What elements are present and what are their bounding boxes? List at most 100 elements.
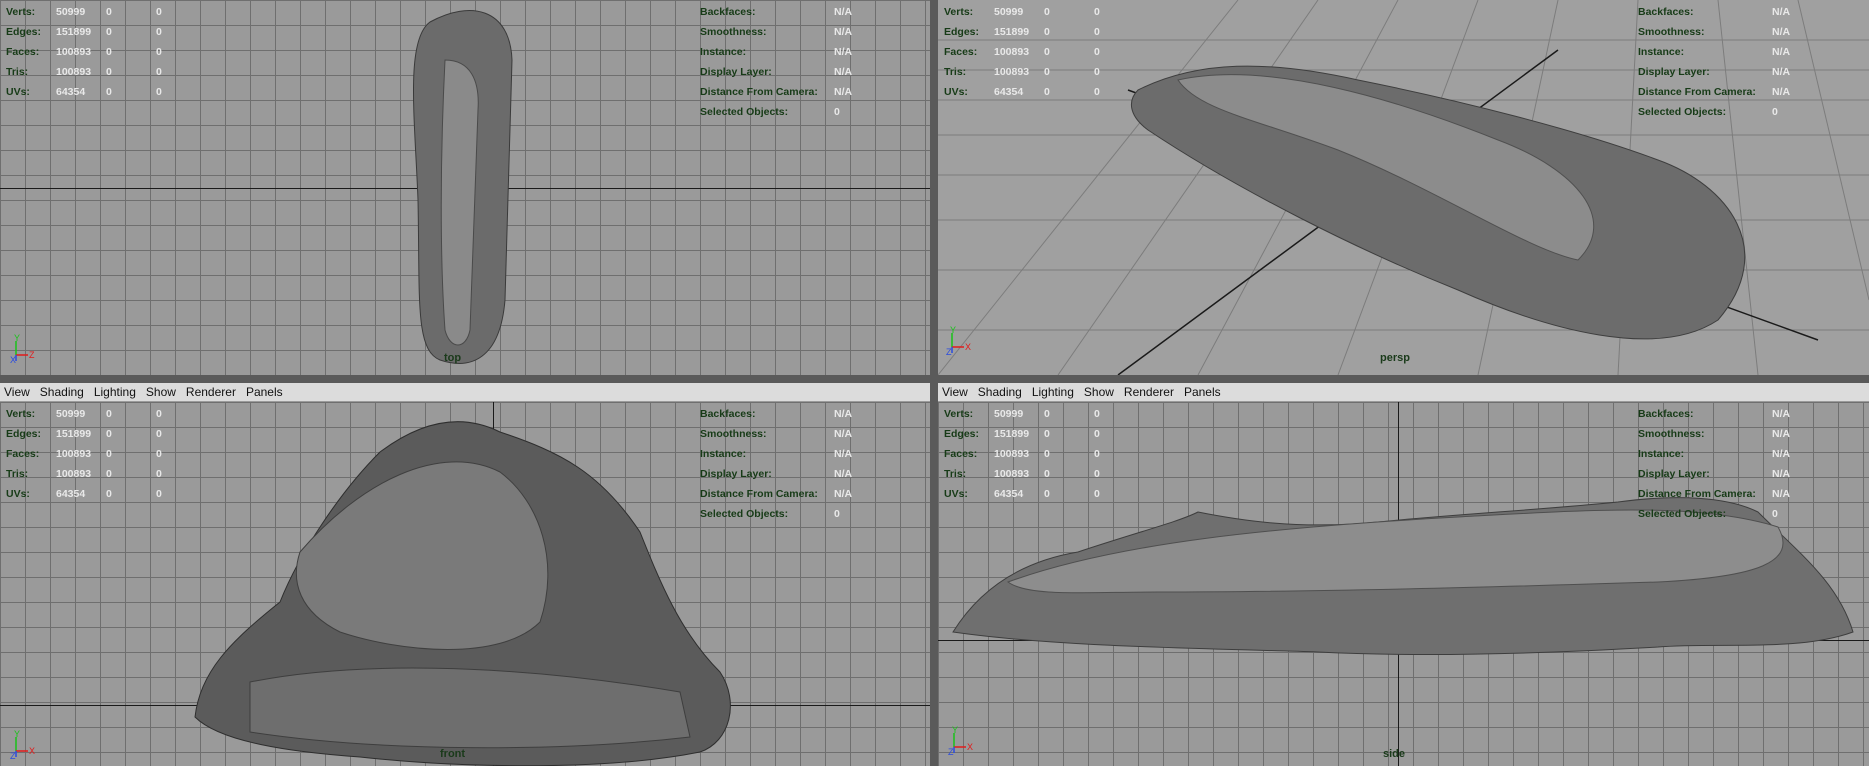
hud-info-row: Backfaces: N/A	[700, 404, 852, 424]
camera-label-top: top	[444, 352, 462, 364]
hud-stat-value: 64354	[56, 86, 86, 98]
hud-info-value: 0	[834, 508, 840, 520]
hud-stat-value: 0	[1094, 428, 1100, 440]
viewport-side[interactable]: Verts: 50999 0 0 Edges: 151899 0 0 Faces: 100893 0…	[938, 402, 1869, 766]
hud-stat-value: 64354	[994, 86, 1024, 98]
hud-stat-value: 0	[1044, 66, 1050, 78]
hud-stat-row: Tris: 100893 0 0	[6, 464, 162, 484]
hud-info-label: Smoothness:	[700, 428, 767, 440]
hud-info-value: N/A	[1772, 66, 1791, 78]
axis-gizmo-top: Y X Z	[10, 333, 40, 365]
hud-stat-value: 0	[106, 86, 112, 98]
hud-info-value: N/A	[834, 408, 853, 420]
hud-stat-row: UVs: 64354 0 0	[6, 82, 162, 102]
hud-stat-value: 100893	[56, 46, 92, 58]
svg-text:X: X	[29, 746, 35, 756]
hud-info-row: Distance From Camera: N/A	[700, 484, 852, 504]
hud-stat-row: Tris: 100893 0 0	[6, 62, 162, 82]
hud-info-row: Display Layer: N/A	[700, 464, 852, 484]
menu-renderer[interactable]: Renderer	[181, 385, 241, 399]
hud-info-row: Backfaces: N/A	[1638, 404, 1790, 424]
hud-stat-value: 64354	[56, 488, 86, 500]
hud-stats-persp: Verts: 50999 0 0 Edges: 151899 0 0 Faces: 100893 0…	[944, 2, 1100, 102]
hud-stat-value: 0	[1094, 46, 1100, 58]
hud-stat-row: Faces: 100893 0 0	[944, 42, 1100, 62]
hud-info-row: Backfaces: N/A	[1638, 2, 1790, 22]
menubar-front: View Shading Lighting Show Renderer Panels	[0, 383, 930, 402]
hud-info-label: Distance From Camera:	[1638, 488, 1756, 500]
hud-info-value: N/A	[834, 488, 853, 500]
hud-info-label: Instance:	[700, 46, 747, 58]
hud-info-row: Instance: N/A	[1638, 42, 1790, 62]
hud-info-label: Display Layer:	[700, 66, 772, 78]
menu-panels[interactable]: Panels	[1179, 385, 1226, 399]
axis-gizmo-persp: Y Z X	[946, 325, 976, 357]
hud-stat-value: 0	[106, 26, 112, 38]
hud-stat-value: 0	[1044, 468, 1050, 480]
hud-stat-value: 0	[106, 468, 112, 480]
hud-info-row: Display Layer: N/A	[1638, 62, 1790, 82]
hud-stat-row: Verts: 50999 0 0	[944, 404, 1100, 424]
hud-stat-value: 0	[1094, 6, 1100, 18]
hud-stat-row: UVs: 64354 0 0	[944, 484, 1100, 504]
hud-stat-row: Tris: 100893 0 0	[944, 464, 1100, 484]
hud-stat-row: Edges: 151899 0 0	[6, 424, 162, 444]
hud-info-label: Backfaces:	[1638, 6, 1694, 18]
hud-info-value: N/A	[1772, 468, 1791, 480]
panel-persp: Verts: 50999 0 0 Edges: 151899 0 0 Faces: 100893 0…	[938, 0, 1869, 375]
axis-gizmo-icon: Y Z X	[948, 725, 973, 757]
menu-lighting[interactable]: Lighting	[89, 385, 141, 399]
hud-stat-row: Faces: 100893 0 0	[944, 444, 1100, 464]
viewport-front[interactable]: Verts: 50999 0 0 Edges: 151899 0 0 Faces: 100893 0…	[0, 402, 930, 766]
hud-info-label: Display Layer:	[1638, 468, 1710, 480]
hud-stat-value: 151899	[994, 26, 1030, 38]
hud-info-label: Selected Objects:	[1638, 106, 1727, 118]
svg-text:X: X	[10, 355, 16, 363]
hud-stat-value: 100893	[994, 66, 1030, 78]
menu-show[interactable]: Show	[1079, 385, 1119, 399]
hud-stat-row: Edges: 151899 0 0	[6, 22, 162, 42]
viewport-persp[interactable]: Verts: 50999 0 0 Edges: 151899 0 0 Faces: 100893 0…	[938, 0, 1869, 375]
hud-stat-value: 0	[1094, 408, 1100, 420]
hud-info-label: Smoothness:	[1638, 26, 1705, 38]
hud-stat-value: 0	[106, 66, 112, 78]
hud-stat-value: 0	[156, 468, 162, 480]
menu-view[interactable]: View	[938, 385, 973, 399]
axis-gizmo-icon: Y Z X	[946, 325, 971, 357]
hud-stats-side: Verts: 50999 0 0 Edges: 151899 0 0 Faces: 100893 0…	[944, 404, 1100, 504]
menu-lighting[interactable]: Lighting	[1027, 385, 1079, 399]
hud-info-label: Backfaces:	[1638, 408, 1694, 420]
hud-stat-label: Faces:	[6, 46, 40, 58]
hud-info-value: N/A	[1772, 448, 1791, 460]
hud-info-row: Selected Objects: 0	[1638, 504, 1790, 524]
hud-info-label: Instance:	[1638, 46, 1685, 58]
hud-stats-front: Verts: 50999 0 0 Edges: 151899 0 0 Faces: 100893 0…	[6, 404, 162, 504]
hud-info-row: Selected Objects: 0	[700, 504, 852, 524]
hud-info-side: Backfaces: N/A Smoothness: N/A Instance: N/A D…	[1638, 404, 1790, 524]
hud-info-value: N/A	[834, 86, 853, 98]
viewport-top[interactable]: Verts: 50999 0 0 Edges: 151899 0 0 Faces: 100893 0…	[0, 0, 930, 375]
camera-label-side: side	[1383, 748, 1406, 760]
axis-label: Y	[14, 729, 20, 739]
hud-info-row: Display Layer: N/A	[700, 62, 852, 82]
hud-stat-value: 100893	[994, 448, 1030, 460]
hud-info-value: N/A	[1772, 408, 1791, 420]
hud-info-label: Selected Objects:	[1638, 508, 1727, 520]
menu-show[interactable]: Show	[141, 385, 181, 399]
svg-text:X: X	[967, 742, 973, 752]
hud-stat-value: 0	[1044, 488, 1050, 500]
hud-stat-label: Verts:	[944, 6, 974, 18]
menu-panels[interactable]: Panels	[241, 385, 288, 399]
hud-stat-value: 0	[106, 408, 112, 420]
hud-stat-value: 0	[1094, 468, 1100, 480]
menu-view[interactable]: View	[0, 385, 35, 399]
axis-label: Y	[14, 333, 20, 343]
menu-renderer[interactable]: Renderer	[1119, 385, 1179, 399]
hud-stat-value: 0	[1044, 448, 1050, 460]
hud-stat-row: UVs: 64354 0 0	[944, 82, 1100, 102]
hud-info-label: Distance From Camera:	[1638, 86, 1756, 98]
hud-stat-value: 100893	[56, 448, 92, 460]
menu-shading[interactable]: Shading	[35, 385, 89, 399]
menu-shading[interactable]: Shading	[973, 385, 1027, 399]
hud-stat-value: 0	[156, 488, 162, 500]
